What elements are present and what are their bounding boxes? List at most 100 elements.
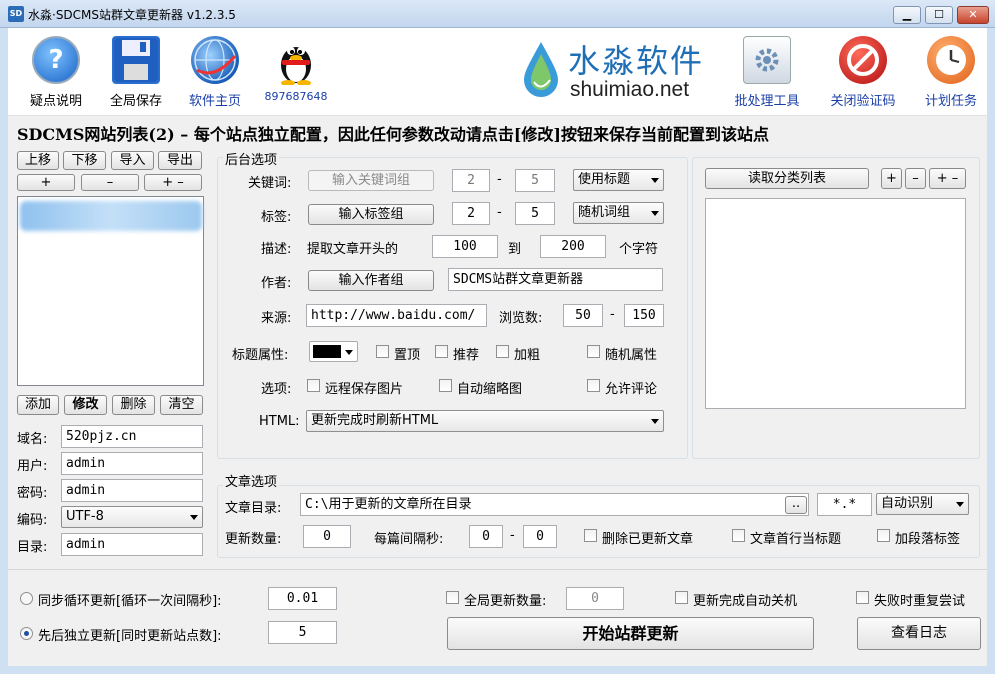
category-listbox[interactable] xyxy=(705,198,966,409)
bold-label: 加粗 xyxy=(514,348,541,363)
article-dir-label: 文章目录: xyxy=(225,501,282,516)
chevron-down-icon xyxy=(651,211,659,216)
recommend-label: 推荐 xyxy=(453,348,480,363)
list-add-small-button[interactable]: + xyxy=(17,174,75,191)
move-up-button[interactable]: 上移 xyxy=(17,151,59,170)
bold-checkbox[interactable] xyxy=(496,345,509,358)
batch-tool[interactable]: 批处理工具 xyxy=(731,30,803,109)
tag-label: 标签: xyxy=(261,210,292,225)
source-label: 来源: xyxy=(261,311,292,326)
paragraph-tags-checkbox[interactable] xyxy=(877,529,890,542)
no-entry-icon xyxy=(839,36,887,84)
keyword-group-button[interactable]: 输入关键词组 xyxy=(308,170,434,191)
backend-options-title: 后台选项 xyxy=(223,149,280,168)
minimize-button[interactable]: ▁ xyxy=(893,6,921,24)
file-filter-field[interactable]: *.* xyxy=(817,493,872,516)
chevron-down-icon xyxy=(956,502,964,507)
concurrent-sites-field[interactable]: 5 xyxy=(268,621,337,644)
global-count-checkbox[interactable] xyxy=(446,591,459,604)
move-down-button[interactable]: 下移 xyxy=(63,151,106,170)
section-divider xyxy=(8,569,987,570)
description-suffix: 个字符 xyxy=(619,242,659,257)
read-category-button[interactable]: 读取分类列表 xyxy=(705,168,869,189)
save-tool[interactable]: 全局保存 xyxy=(101,30,171,109)
title-color-select[interactable] xyxy=(309,341,358,362)
description-prefix: 提取文章开头的 xyxy=(307,242,399,257)
domain-field[interactable]: 520pjz.cn xyxy=(61,425,203,448)
brand-logo-icon xyxy=(520,40,562,98)
allow-comment-checkbox[interactable] xyxy=(587,379,600,392)
description-max-field[interactable]: 200 xyxy=(540,235,606,258)
allow-comment-label: 允许评论 xyxy=(605,382,658,397)
auto-shutdown-checkbox[interactable] xyxy=(675,591,688,604)
author-value-field[interactable]: SDCMS站群文章更新器 xyxy=(448,268,663,291)
html-mode-select[interactable]: 更新完成时刷新HTML xyxy=(306,410,664,432)
captcha-tool[interactable]: 关闭验证码 xyxy=(828,30,898,109)
first-line-title-checkbox[interactable] xyxy=(732,529,745,542)
tag-range-dash: - xyxy=(497,205,502,220)
maximize-button[interactable]: ☐ xyxy=(925,6,953,24)
encoding-select[interactable]: UTF-8 xyxy=(61,506,203,528)
category-toggle-button[interactable]: + – xyxy=(929,168,966,189)
password-field[interactable]: admin xyxy=(61,479,203,502)
retry-checkbox[interactable] xyxy=(856,591,869,604)
global-count-label: 全局更新数量: xyxy=(464,594,547,609)
author-group-button[interactable]: 输入作者组 xyxy=(308,270,434,291)
recommend-checkbox[interactable] xyxy=(435,345,448,358)
category-add-button[interactable]: + xyxy=(881,168,902,189)
faq-tool[interactable]: ? 疑点说明 xyxy=(21,30,91,109)
add-site-button[interactable]: 添加 xyxy=(17,395,59,415)
global-count-field[interactable]: 0 xyxy=(566,587,624,610)
tag-group-button[interactable]: 输入标签组 xyxy=(308,204,434,225)
tag-mode-select[interactable]: 随机词组 xyxy=(573,202,664,224)
tag-min-field[interactable]: 2 xyxy=(452,202,490,225)
source-field[interactable]: http://www.baidu.com/ xyxy=(306,304,487,327)
keyword-min-field[interactable]: 2 xyxy=(452,169,490,192)
list-toggle-small-button[interactable]: + – xyxy=(144,174,202,191)
views-min-field[interactable]: 50 xyxy=(563,304,603,327)
update-count-field[interactable]: 0 xyxy=(303,525,351,548)
sequential-radio[interactable] xyxy=(20,627,33,640)
home-tool[interactable]: 软件主页 xyxy=(180,30,250,109)
browse-button[interactable]: .. xyxy=(785,496,807,514)
close-button[interactable]: ✕ xyxy=(957,6,989,24)
floppy-icon xyxy=(112,36,160,84)
interval-min-field[interactable]: 0 xyxy=(469,525,503,548)
user-label: 用户: xyxy=(17,459,48,474)
start-update-button[interactable]: 开始站群更新 xyxy=(447,617,814,650)
keyword-max-field[interactable]: 5 xyxy=(515,169,555,192)
views-label: 浏览数: xyxy=(499,311,543,326)
interval-max-field[interactable]: 0 xyxy=(523,525,557,548)
sync-interval-field[interactable]: 0.01 xyxy=(268,587,337,610)
import-button[interactable]: 导入 xyxy=(111,151,154,170)
export-button[interactable]: 导出 xyxy=(158,151,202,170)
auto-thumb-label: 自动缩略图 xyxy=(457,382,523,397)
delete-site-button[interactable]: 删除 xyxy=(112,395,155,415)
auto-thumb-checkbox[interactable] xyxy=(439,379,452,392)
description-min-field[interactable]: 100 xyxy=(432,235,498,258)
top-checkbox[interactable] xyxy=(376,345,389,358)
directory-field[interactable]: admin xyxy=(61,533,203,556)
site-listbox[interactable] xyxy=(17,196,204,386)
keyword-mode-select[interactable]: 使用标题 xyxy=(573,169,664,191)
modify-site-button[interactable]: 修改 xyxy=(64,395,107,415)
top-label: 置顶 xyxy=(394,348,421,363)
category-remove-button[interactable]: – xyxy=(905,168,926,189)
sync-loop-radio[interactable] xyxy=(20,592,33,605)
random-attr-checkbox[interactable] xyxy=(587,345,600,358)
author-label: 作者: xyxy=(261,276,292,291)
tag-max-field[interactable]: 5 xyxy=(515,202,555,225)
schedule-tool[interactable]: 计划任务 xyxy=(916,30,986,109)
views-max-field[interactable]: 150 xyxy=(624,304,664,327)
auto-shutdown-label: 更新完成自动关机 xyxy=(693,594,798,609)
remote-image-checkbox[interactable] xyxy=(307,379,320,392)
clear-sites-button[interactable]: 清空 xyxy=(160,395,203,415)
user-field[interactable]: admin xyxy=(61,452,203,475)
list-remove-small-button[interactable]: – xyxy=(81,174,139,191)
article-dir-field[interactable]: C:\用于更新的文章所在目录 xyxy=(300,493,809,516)
chevron-down-icon xyxy=(651,419,659,424)
delete-updated-checkbox[interactable] xyxy=(584,529,597,542)
encoding-detect-select[interactable]: 自动识别 xyxy=(876,493,969,515)
view-log-button[interactable]: 查看日志 xyxy=(857,617,981,650)
qq-tool[interactable]: 897687648 xyxy=(261,30,331,103)
